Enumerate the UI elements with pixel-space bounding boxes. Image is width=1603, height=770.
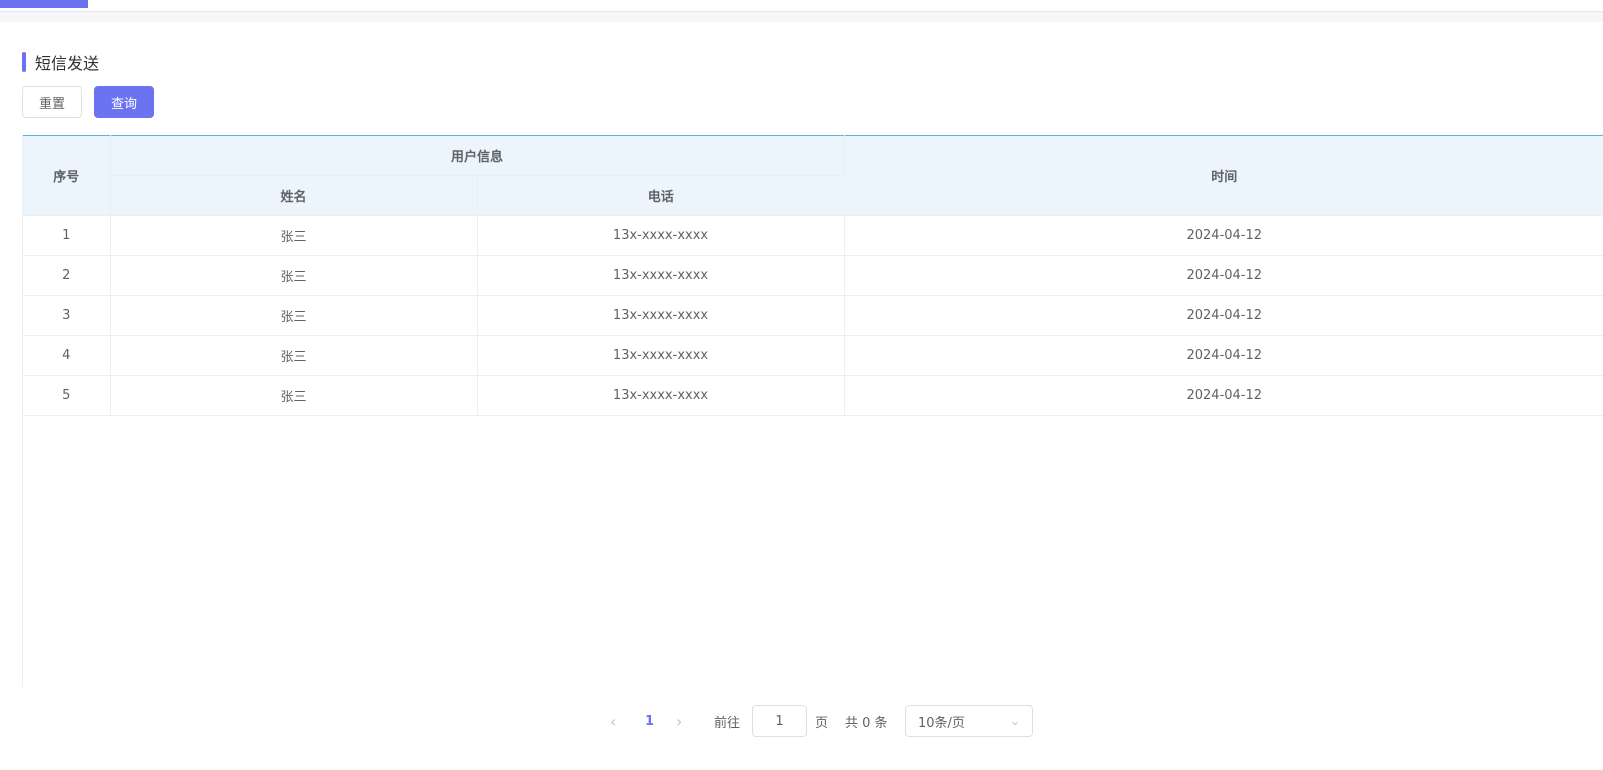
query-button[interactable]: 查询	[94, 86, 154, 118]
top-bar-shadow	[0, 12, 1603, 22]
page-size-value: 10条/页	[918, 715, 965, 731]
cell-name: 张三	[110, 335, 478, 376]
cell-time: 2024-04-12	[844, 335, 1603, 376]
pagination: ‹ 1 › 前往 页 共 0 条 10条/页 ⌄	[0, 705, 1603, 737]
goto-label: 前往	[714, 715, 741, 731]
cell-index: 2	[23, 255, 111, 296]
cell-time: 2024-04-12	[844, 255, 1603, 296]
cell-phone: 13x-xxxx-xxxx	[477, 295, 845, 336]
section-title: 短信发送	[22, 52, 100, 73]
reset-button[interactable]: 重置	[22, 86, 82, 118]
column-header-time: 时间	[844, 135, 1603, 216]
cell-phone: 13x-xxxx-xxxx	[477, 335, 845, 376]
chevron-right-icon[interactable]: ›	[676, 705, 682, 737]
cell-name: 张三	[110, 295, 478, 336]
table-row: 1 张三 13x-xxxx-xxxx 2024-04-12	[23, 215, 1603, 256]
cell-time: 2024-04-12	[844, 375, 1603, 416]
cell-phone: 13x-xxxx-xxxx	[477, 375, 845, 416]
data-table: 序号 用户信息 时间 姓名 电话 1 张三 13x-xxxx-xxxx 2024…	[22, 135, 1603, 687]
cell-name: 张三	[110, 375, 478, 416]
cell-phone: 13x-xxxx-xxxx	[477, 215, 845, 256]
cell-index: 3	[23, 295, 111, 336]
table-row: 2 张三 13x-xxxx-xxxx 2024-04-12	[23, 255, 1603, 296]
column-header-name: 姓名	[110, 175, 478, 216]
column-header-index: 序号	[23, 135, 111, 216]
table-row: 3 张三 13x-xxxx-xxxx 2024-04-12	[23, 295, 1603, 336]
cell-time: 2024-04-12	[844, 215, 1603, 256]
table-row: 5 张三 13x-xxxx-xxxx 2024-04-12	[23, 375, 1603, 416]
page-title: 短信发送	[35, 54, 100, 73]
cell-index: 5	[23, 375, 111, 416]
page-unit-label: 页	[815, 715, 829, 731]
chevron-left-icon[interactable]: ‹	[610, 705, 616, 737]
cell-index: 1	[23, 215, 111, 256]
total-count: 共 0 条	[845, 715, 888, 731]
goto-page-input[interactable]	[752, 705, 807, 737]
cell-name: 张三	[110, 215, 478, 256]
cell-time: 2024-04-12	[844, 295, 1603, 336]
cell-phone: 13x-xxxx-xxxx	[477, 255, 845, 296]
top-bar	[0, 0, 1603, 12]
column-group-user-info: 用户信息	[110, 135, 845, 176]
cell-index: 4	[23, 335, 111, 376]
page-size-select[interactable]: 10条/页 ⌄	[905, 705, 1033, 737]
title-accent-bar	[22, 52, 26, 72]
column-header-phone: 电话	[477, 175, 845, 216]
page-number-current[interactable]: 1	[645, 705, 654, 737]
table-row: 4 张三 13x-xxxx-xxxx 2024-04-12	[23, 335, 1603, 376]
chevron-down-icon: ⌄	[1009, 714, 1020, 728]
cell-name: 张三	[110, 255, 478, 296]
active-tab[interactable]	[0, 0, 88, 8]
